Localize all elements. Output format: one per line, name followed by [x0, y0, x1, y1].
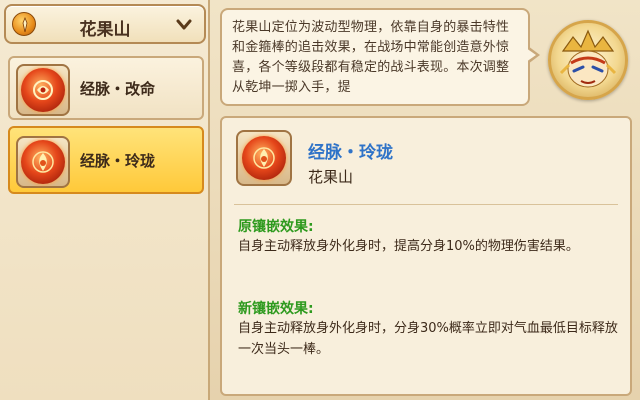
tree-item-linglong[interactable]: 经脉・玲珑 [8, 126, 204, 194]
item-icon-frame [16, 64, 70, 116]
divider [234, 204, 618, 205]
red-orb-icon [21, 68, 65, 112]
game-screen: 花果山 经脉・改命 经脉・玲珑 花果山定位为波动型物理，依靠自身的暴击特性和金箍… [0, 0, 640, 400]
item-icon-frame [16, 136, 70, 188]
sect-dropdown[interactable]: 花果山 [4, 4, 206, 44]
new-effect-text: 自身主动释放身外化身时，分身30%概率立即对气血最低目标释放一次当头一棒。 [238, 321, 618, 357]
description-bubble: 花果山定位为波动型物理，依靠自身的暴击特性和金箍棒的追击效果，在战场中常能创造意… [220, 8, 530, 106]
original-effect-title: 原镶嵌效果: [238, 219, 314, 235]
tree-item-gaiming[interactable]: 经脉・改命 [8, 56, 204, 120]
npc-avatar-icon [548, 20, 628, 100]
dropdown-label: 花果山 [79, 20, 131, 40]
detail-icon-frame [236, 130, 292, 186]
fire-orb-icon [242, 136, 286, 180]
detail-title: 经脉・玲珑 [308, 143, 393, 163]
tree-item-label: 经脉・改命 [80, 80, 156, 98]
original-effect-text: 自身主动释放身外化身时，提高分身10%的物理伤害结果。 [238, 239, 579, 254]
detail-subtitle: 花果山 [308, 168, 354, 186]
fire-orb-icon [21, 140, 65, 184]
new-effect-title: 新镶嵌效果: [238, 301, 314, 317]
left-panel: 花果山 经脉・改命 经脉・玲珑 [0, 0, 210, 400]
bubble-tail-inner [526, 48, 536, 62]
tree-item-label: 经脉・玲珑 [80, 152, 156, 170]
sect-emblem-icon [12, 12, 36, 36]
detail-panel: 经脉・玲珑 花果山 原镶嵌效果: 自身主动释放身外化身时，提高分身10%的物理伤… [220, 116, 632, 396]
bubble-text: 花果山定位为波动型物理，依靠自身的暴击特性和金箍棒的追击效果，在战场中常能创造意… [232, 20, 510, 95]
chevron-down-icon[interactable] [176, 17, 192, 36]
